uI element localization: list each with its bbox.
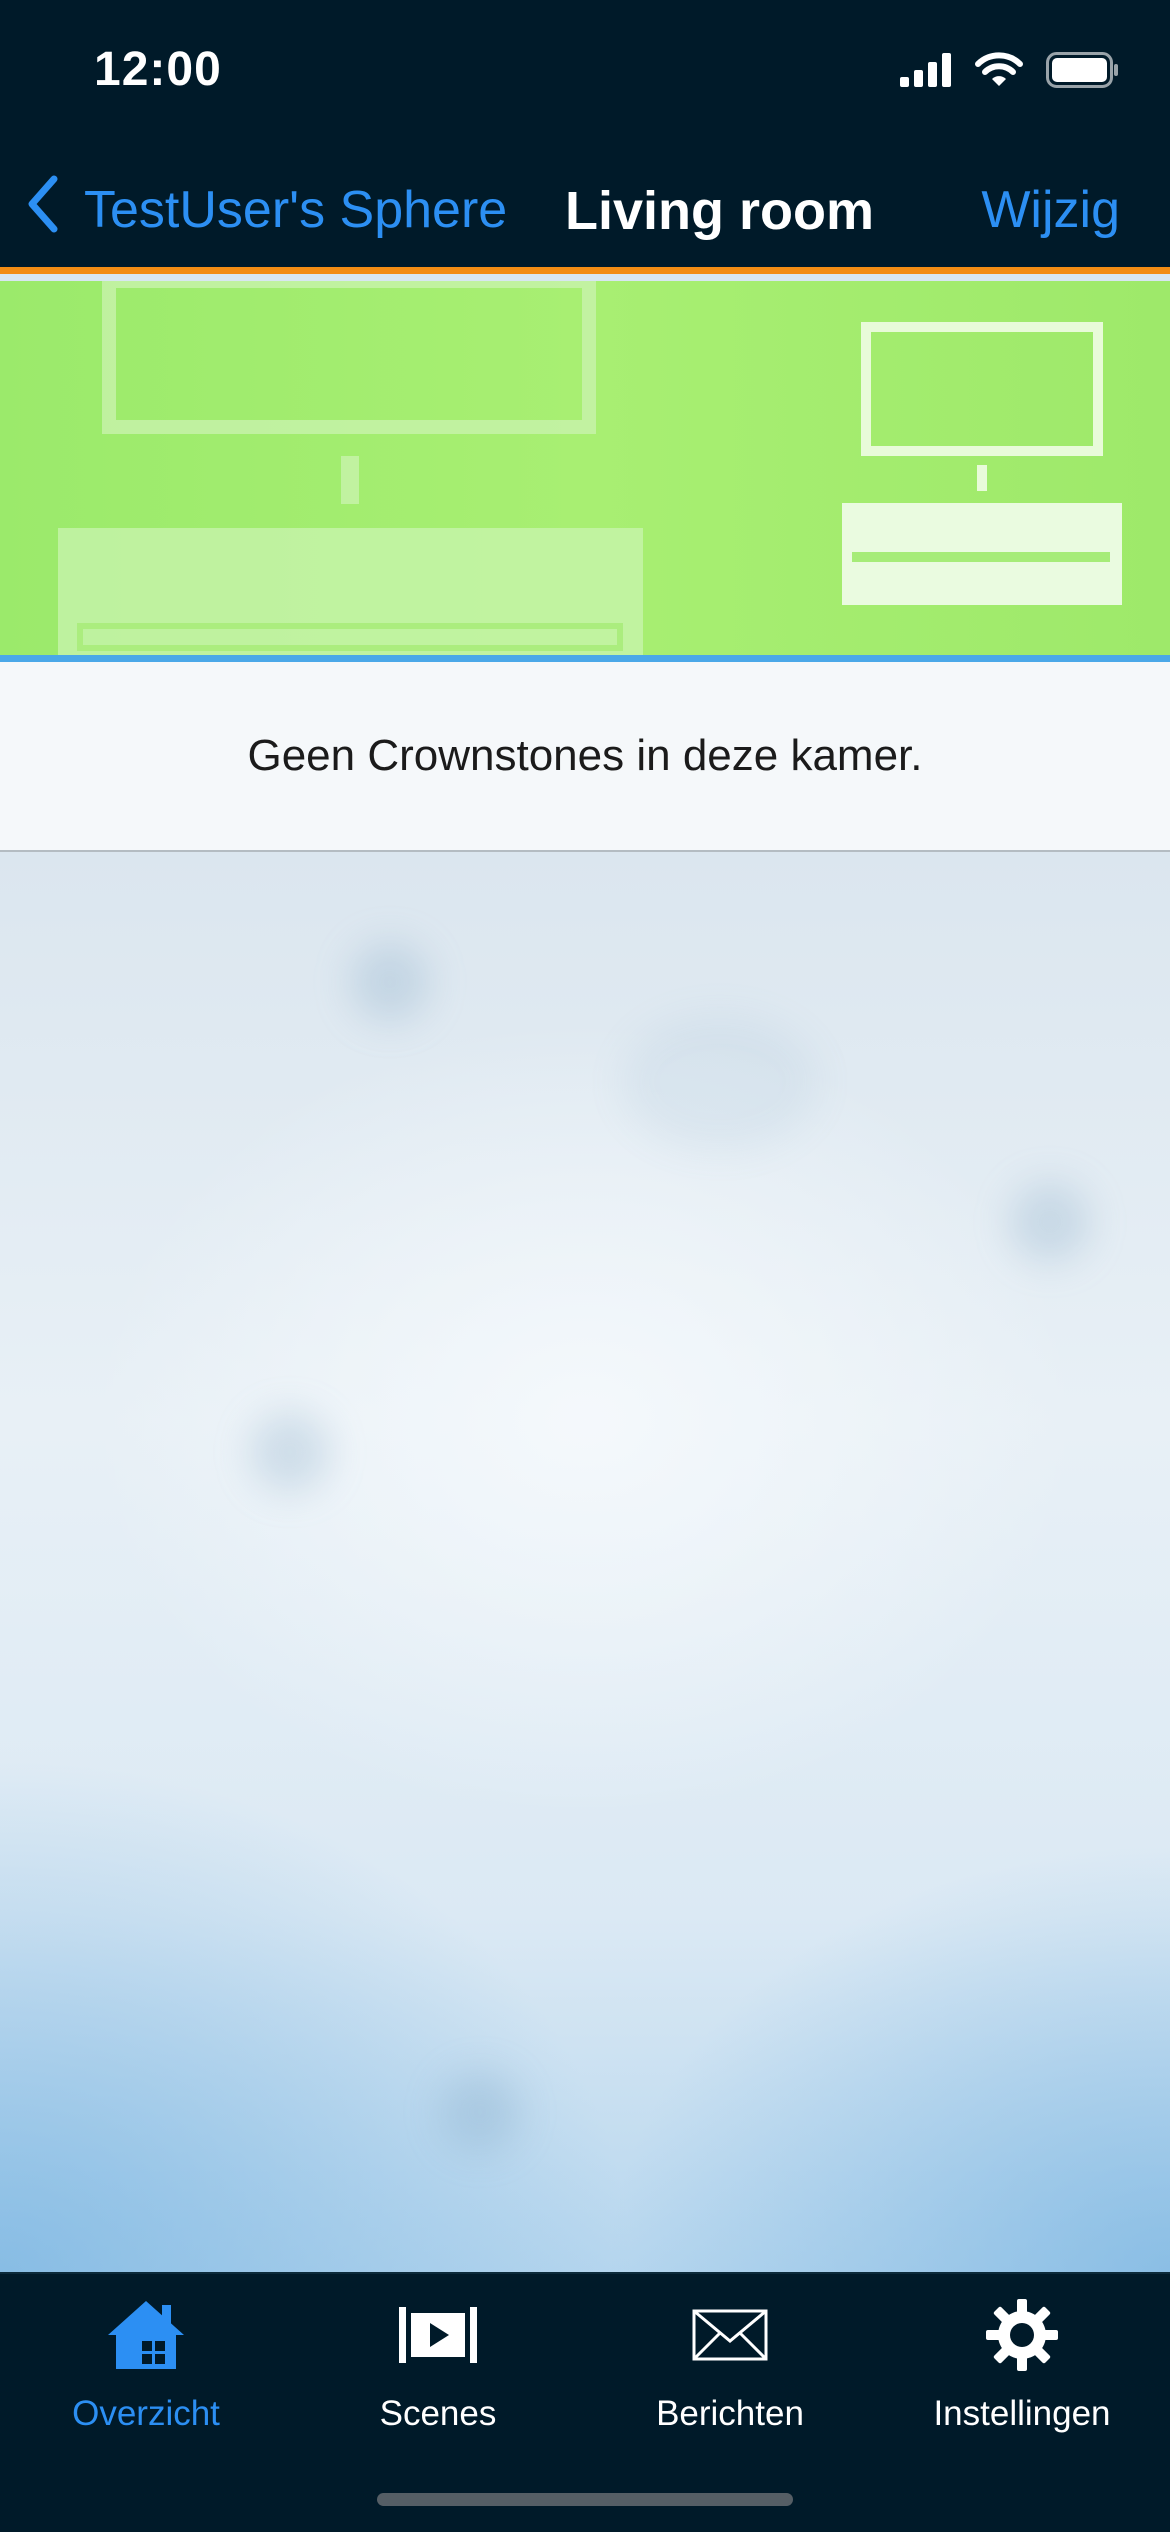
banner-divider (0, 655, 1170, 662)
scenes-icon (399, 2294, 477, 2376)
back-button[interactable]: TestUser's Sphere (26, 175, 508, 240)
room-banner (0, 281, 1170, 655)
tab-label: Scenes (379, 2394, 497, 2433)
tab-scenes[interactable]: Scenes (292, 2294, 584, 2444)
tab-label: Berichten (656, 2394, 804, 2433)
background-blur (620, 1012, 820, 1152)
status-bar: 12:00 (0, 0, 1170, 140)
home-indicator (377, 2493, 793, 2506)
page-title: Living room (565, 181, 874, 241)
background-blur (440, 2072, 520, 2152)
tab-instellingen[interactable]: Instellingen (876, 2294, 1168, 2444)
tab-overzicht[interactable]: Overzicht (0, 2294, 292, 2444)
tab-label: Instellingen (933, 2394, 1111, 2433)
edit-button[interactable]: Wijzig (981, 180, 1120, 240)
status-time: 12:00 (94, 43, 222, 96)
empty-state-message: Geen Crownstones in deze kamer. (247, 731, 923, 780)
tab-label: Overzicht (72, 2394, 220, 2433)
gear-icon (984, 2294, 1060, 2376)
background-blur (250, 1412, 330, 1492)
tab-berichten[interactable]: Berichten (584, 2294, 876, 2444)
envelope-icon (692, 2294, 768, 2376)
empty-state-panel: Geen Crownstones in deze kamer. (0, 662, 1170, 852)
background-area (0, 852, 1170, 2272)
background-blur (1010, 1182, 1090, 1262)
cellular-signal-icon (900, 53, 952, 92)
chevron-left-icon (26, 175, 60, 246)
living-room-illustration (58, 281, 1122, 655)
home-icon (106, 2294, 186, 2376)
background-blur (350, 942, 430, 1022)
wifi-icon (974, 52, 1024, 93)
status-icons (900, 52, 1120, 93)
battery-icon (1046, 52, 1120, 93)
navigation-bar: TestUser's Sphere Living room Wijzig (0, 140, 1170, 274)
back-button-label: TestUser's Sphere (84, 181, 508, 239)
